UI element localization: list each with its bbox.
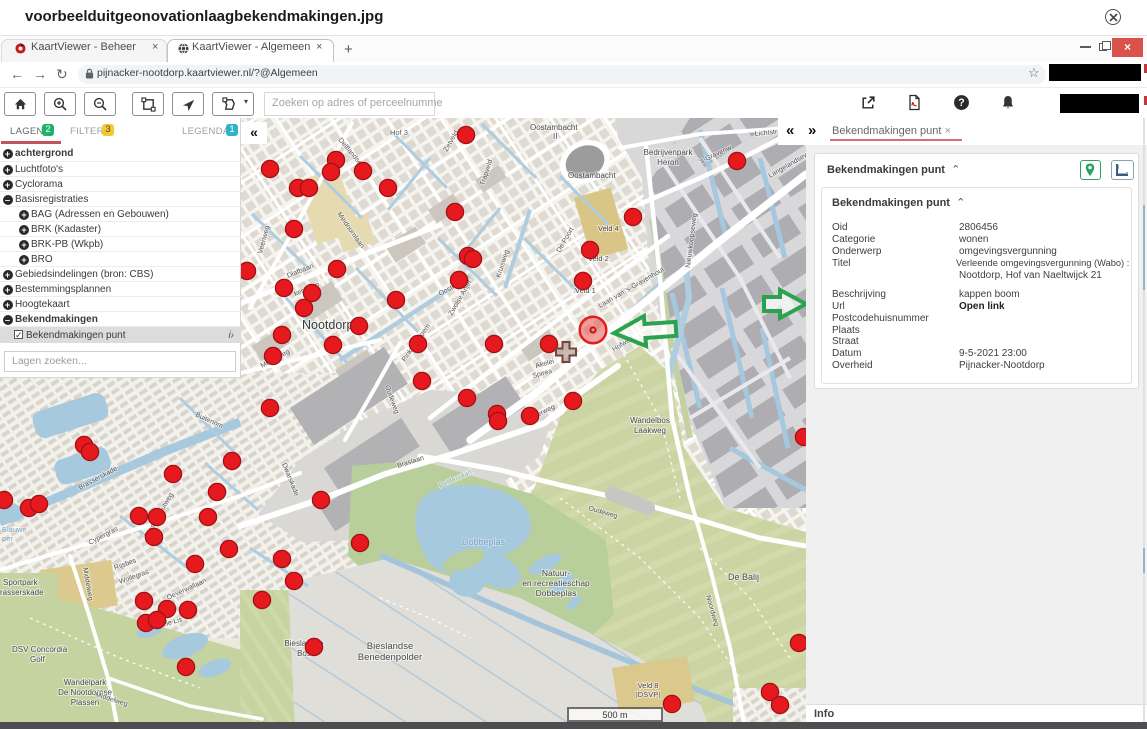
svg-text:Bedrijvenpark: Bedrijvenpark — [644, 148, 694, 157]
svg-text:?: ? — [958, 97, 964, 109]
svg-text:De Balij: De Balij — [728, 572, 759, 582]
svg-text:Bieslandse: Bieslandse — [367, 641, 413, 652]
svg-text:II: II — [553, 132, 557, 141]
svg-text:Sportpark: Sportpark — [3, 578, 39, 587]
svg-text:Benedenpolder: Benedenpolder — [358, 652, 422, 663]
svg-text:Wandelpark: Wandelpark — [64, 678, 107, 687]
svg-text:Nootdorp: Nootdorp — [302, 318, 353, 332]
svg-text:rasserskade: rasserskade — [0, 588, 44, 597]
svg-text:DSV Concordia: DSV Concordia — [12, 645, 68, 654]
svg-text:per: per — [2, 534, 13, 543]
svg-text:Blauwe: Blauwe — [2, 525, 27, 534]
svg-text:Plassen: Plassen — [71, 698, 99, 707]
svg-text:Veld 8: Veld 8 — [638, 681, 659, 690]
svg-text:Golf: Golf — [30, 655, 45, 664]
svg-text:en recreatieschap: en recreatieschap — [522, 578, 590, 588]
svg-text:500 m: 500 m — [602, 710, 627, 720]
svg-text:Oostambacht: Oostambacht — [568, 171, 616, 180]
svg-text:Veld 4: Veld 4 — [598, 224, 619, 233]
svg-text:Dobbeplas: Dobbeplas — [536, 588, 577, 598]
svg-text:Wandelbos: Wandelbos — [630, 416, 670, 425]
svg-text:Oostambacht: Oostambacht — [530, 123, 578, 132]
svg-text:Hof 3: Hof 3 — [390, 128, 408, 137]
svg-text:Natuur-: Natuur- — [542, 568, 571, 578]
svg-text:Laakweg: Laakweg — [634, 426, 666, 435]
svg-text:|DSVP|: |DSVP| — [636, 690, 660, 699]
svg-text:Dobbeplas: Dobbeplas — [462, 537, 506, 547]
svg-text:Heron: Heron — [657, 158, 679, 167]
